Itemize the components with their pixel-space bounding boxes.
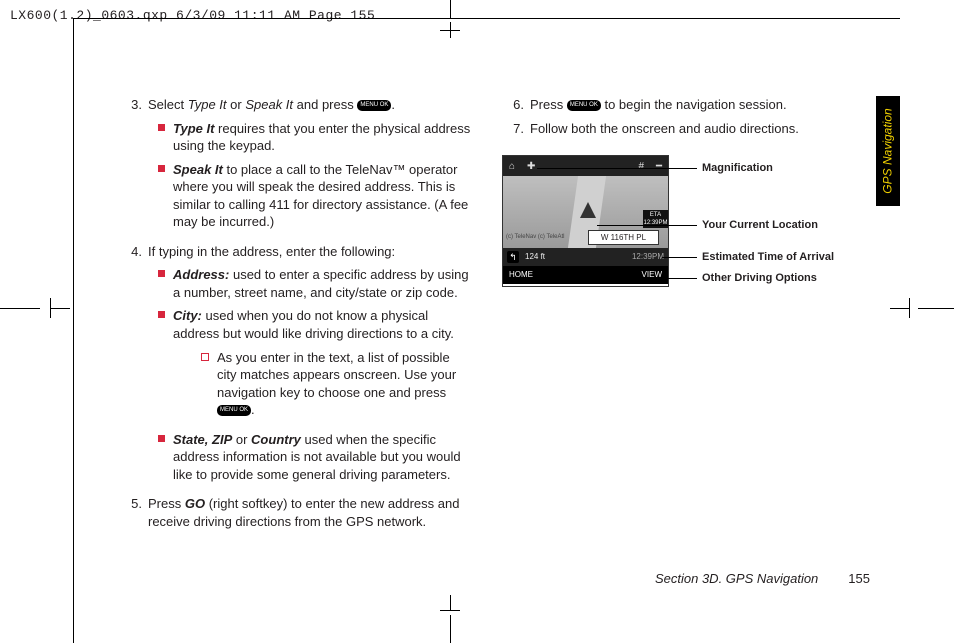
bar-time: 12:39PM <box>632 252 664 263</box>
hash-icon: # <box>638 160 644 174</box>
ok-key-icon: MENU OK <box>567 100 601 111</box>
eta-label: ETA <box>650 212 661 218</box>
text: to begin the navigation session. <box>601 97 787 112</box>
term: Type It <box>173 121 214 136</box>
callout-magnification: Magnification <box>702 163 773 174</box>
cropmark <box>0 308 40 309</box>
footer-section: Section 3D. GPS Navigation <box>655 571 818 586</box>
leader-line <box>650 278 697 279</box>
text: Select <box>148 97 188 112</box>
page-footer: Section 3D. GPS Navigation 155 <box>500 571 870 586</box>
step-num-7: 7. <box>502 120 530 138</box>
callout-location: Your Current Location <box>702 220 818 231</box>
step-num-5: 5. <box>120 495 148 530</box>
cropmark <box>450 22 451 38</box>
page: { "header_line": "LX600(1.2)_0603.qxp 6/… <box>0 0 954 643</box>
content: 3. Select Type It or Speak It and press … <box>120 90 900 630</box>
text: If typing in the address, enter the foll… <box>148 244 395 259</box>
text: Press <box>530 97 567 112</box>
term: Address: <box>173 267 229 282</box>
step-3-sub-2: Speak It to place a call to the TeleNav™… <box>173 161 472 231</box>
footer-page-number: 155 <box>848 571 870 586</box>
device-softkeys: HOME VIEW <box>503 266 668 284</box>
device-statusbar: ⌂ ✚ # ━ <box>503 156 668 176</box>
step-4-sub-1: Address: used to enter a specific addres… <box>173 266 472 301</box>
step-3: Select Type It or Speak It and press MEN… <box>148 96 472 237</box>
nav-screenshot-diagram: ⌂ ✚ # ━ (c) TeleNav (c) TeleAtl W 116TH … <box>502 155 854 325</box>
plus-icon: ✚ <box>527 160 535 174</box>
cropmark <box>50 298 51 318</box>
step-6: Press MENU OK to begin the navigation se… <box>530 96 854 114</box>
street-banner: W 116TH PL <box>588 230 659 245</box>
column-left: 3. Select Type It or Speak It and press … <box>120 90 472 536</box>
bullet-icon <box>158 435 165 442</box>
bullet-icon <box>158 270 165 277</box>
softkey-home: HOME <box>509 270 533 281</box>
term: GO <box>185 496 205 511</box>
turn-icon: ↰ <box>507 251 519 263</box>
cropmark <box>50 308 70 309</box>
bullet-icon <box>158 311 165 318</box>
softkey-view: VIEW <box>642 270 662 281</box>
callout-eta: Estimated Time of Arrival <box>702 252 834 263</box>
minus-icon: ━ <box>656 160 662 174</box>
ok-key-icon: MENU OK <box>217 405 251 416</box>
bullet-icon <box>158 124 165 131</box>
text: Press <box>148 496 185 511</box>
callout-options: Other Driving Options <box>702 273 817 284</box>
device-navbar: ↰ 124 ft 12:39PM <box>503 248 668 266</box>
term: Speak It <box>173 162 223 177</box>
text: . <box>251 402 255 417</box>
step-num-6: 6. <box>502 96 530 114</box>
term: State, ZIP <box>173 432 232 447</box>
term: Country <box>251 432 301 447</box>
bullet-icon <box>158 165 165 172</box>
text: . <box>391 97 395 112</box>
step-3-sub-1: Type It requires that you enter the phys… <box>173 120 472 155</box>
cropmark <box>909 298 910 318</box>
step-7: Follow both the onscreen and audio direc… <box>530 120 854 138</box>
page-frame-top <box>73 18 900 19</box>
current-location-arrow <box>580 202 596 218</box>
step-4: If typing in the address, enter the foll… <box>148 243 472 490</box>
term: City: <box>173 308 202 323</box>
text: requires that you enter the physical add… <box>173 121 470 154</box>
cropmark <box>450 0 451 18</box>
step-4-sub-2a: As you enter in the text, a list of poss… <box>217 349 472 419</box>
text: and press <box>293 97 357 112</box>
step-5: Press GO (right softkey) to enter the ne… <box>148 495 472 530</box>
device-mock: ⌂ ✚ # ━ (c) TeleNav (c) TeleAtl W 116TH … <box>502 155 669 287</box>
ok-key-icon: MENU OK <box>357 100 391 111</box>
sub-bullet-icon <box>201 353 209 361</box>
leader-line <box>662 257 697 258</box>
qxp-header: LX600(1.2)_0603.qxp 6/3/09 11:11 AM Page… <box>10 8 375 23</box>
text: used when you do not know a physical add… <box>173 308 454 341</box>
map-copyright: (c) TeleNav (c) TeleAtl <box>506 233 564 241</box>
leader-line <box>537 168 697 169</box>
text: or <box>227 97 246 112</box>
home-icon: ⌂ <box>509 160 515 174</box>
step-num-3: 3. <box>120 96 148 237</box>
step-4-sub-3: State, ZIP or Country used when the spec… <box>173 431 472 484</box>
text: As you enter in the text, a list of poss… <box>217 350 456 400</box>
distance: 124 ft <box>525 252 545 263</box>
step-4-sub-2: City: used when you do not know a physic… <box>173 307 472 424</box>
column-right: 6. Press MENU OK to begin the navigation… <box>502 90 854 536</box>
text: or <box>232 432 251 447</box>
step-num-4: 4. <box>120 243 148 490</box>
term-speak-it: Speak It <box>245 97 293 112</box>
page-frame-left <box>73 18 74 643</box>
leader-line <box>597 225 697 226</box>
term-type-it: Type It <box>188 97 227 112</box>
cropmark <box>918 308 954 309</box>
